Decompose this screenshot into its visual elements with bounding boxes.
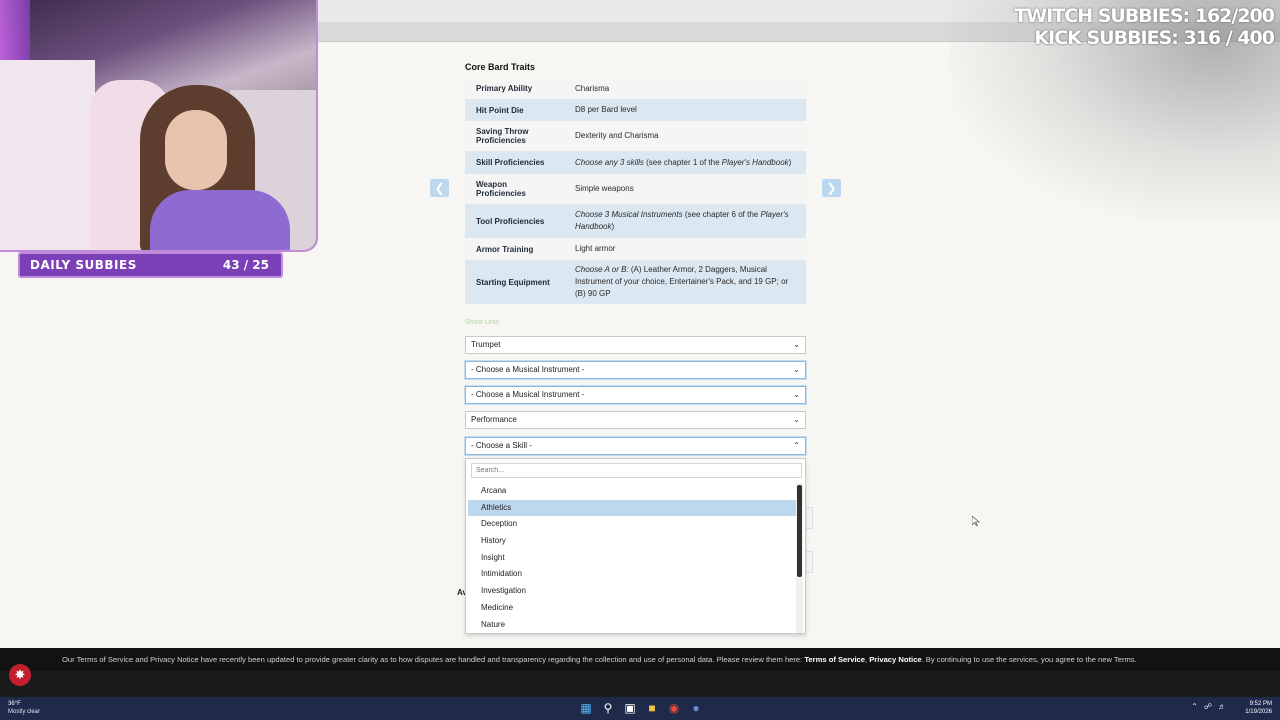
table-row: Starting Equipment Choose A or B: (A) Le… — [465, 260, 806, 304]
system-clock[interactable]: 9:52 PM 1/19/2026 — [1245, 700, 1272, 716]
network-icon[interactable]: ☍ — [1204, 702, 1212, 711]
file-explorer-icon[interactable]: ■ — [644, 700, 660, 716]
dropdown-search-input[interactable] — [471, 463, 802, 478]
skill-dropdown: Arcana Athletics Deception History Insig… — [465, 458, 806, 634]
taskbar: 36°F Mostly clear ▦ ⚲ ▣ ■ ◉ ● ⌃ ☍ ♬ 9:52… — [0, 697, 1280, 720]
trait-label: Hit Point Die — [476, 105, 524, 115]
select-value: Trumpet — [471, 340, 501, 349]
trait-label: Starting Equipment — [476, 277, 550, 287]
volume-icon[interactable]: ♬ — [1218, 702, 1226, 711]
dropdown-option-deception[interactable]: Deception — [468, 516, 796, 533]
bottom-strip — [0, 671, 1280, 697]
terms-end-text: . By continuing to use the services, you… — [921, 655, 1137, 664]
dropdown-option-medicine[interactable]: Medicine — [468, 600, 796, 617]
trait-label: Tool Proficiencies — [476, 216, 545, 226]
trait-value: Simple weapons — [575, 184, 634, 193]
webcam-shelf — [0, 60, 95, 250]
daily-subs-value: 43 / 25 — [222, 258, 269, 272]
table-row: Primary Ability Charisma — [465, 78, 806, 99]
webcam-streamer-face — [165, 110, 227, 190]
table-row: Saving Throw Proficiencies Dexterity and… — [465, 121, 806, 151]
select-value: - Choose a Musical Instrument - — [471, 365, 585, 374]
trait-label: Armor Training — [476, 244, 534, 254]
webcam-streamer-body — [150, 190, 290, 250]
trait-value: Choose any 3 skills (see chapter 1 of th… — [575, 157, 792, 167]
discord-icon[interactable]: ● — [688, 700, 704, 716]
chrome-icon[interactable]: ◉ — [666, 700, 682, 716]
dropdown-option-investigation[interactable]: Investigation — [468, 583, 796, 600]
weather-widget[interactable]: 36°F Mostly clear — [8, 700, 40, 716]
chevron-up-icon: ⌃ — [793, 441, 800, 450]
task-view-icon[interactable]: ▣ — [622, 700, 638, 716]
prev-page-button[interactable]: ❮ — [430, 179, 449, 197]
dropdown-option-athletics[interactable]: Athletics — [468, 499, 796, 517]
dropdown-option-history[interactable]: History — [468, 533, 796, 550]
scrollbar-thumb[interactable] — [797, 485, 802, 577]
next-page-button[interactable]: ❯ — [822, 179, 841, 197]
chevron-up-icon[interactable]: ⌃ — [1191, 702, 1198, 711]
kick-subs-counter: KICK SUBBIES: 316 / 400 — [1034, 27, 1275, 49]
instrument-select-3[interactable]: - Choose a Musical Instrument - ⌄ — [465, 386, 806, 404]
traits-table: Primary Ability Charisma Hit Point Die D… — [465, 78, 806, 304]
weather-desc: Mostly clear — [8, 709, 41, 715]
terms-banner: Our Terms of Service and Privacy Notice … — [0, 648, 1280, 671]
instrument-select-1[interactable]: Trumpet ⌄ — [465, 336, 806, 354]
trait-label: Weapon Proficiencies — [476, 180, 526, 198]
trait-value: Choose 3 Musical Instruments (see chapte… — [575, 210, 789, 231]
dropdown-option-intimidation[interactable]: Intimidation — [468, 566, 796, 583]
show-less-link[interactable]: Show Less — [465, 319, 499, 326]
terms-text: Our Terms of Service and Privacy Notice … — [62, 655, 805, 664]
trait-value: Charisma — [575, 83, 610, 93]
clock-time: 9:52 PM — [1249, 701, 1272, 707]
webcam-overlay — [0, 0, 318, 252]
chevron-right-icon: ❯ — [826, 181, 837, 195]
skill-select-2[interactable]: - Choose a Skill - ⌃ — [465, 437, 806, 455]
chevron-down-icon: ⌄ — [793, 340, 800, 349]
windows-start-icon[interactable]: ▦ — [578, 700, 594, 716]
table-row: Weapon Proficiencies Simple weapons — [465, 174, 806, 204]
select-value: - Choose a Musical Instrument - — [471, 390, 585, 399]
dropdown-options: Arcana Athletics Deception History Insig… — [468, 483, 796, 633]
dropdown-option-insight[interactable]: Insight — [468, 550, 796, 567]
system-tray: ⌃ ☍ ♬ — [1191, 702, 1226, 711]
search-icon[interactable]: ⚲ — [600, 700, 616, 716]
table-row: Tool Proficiencies Choose 3 Musical Inst… — [465, 204, 806, 238]
trait-value: Choose A or B: (A) Leather Armor, 2 Dagg… — [575, 265, 789, 298]
privacy-notice-link[interactable]: Privacy Notice — [869, 655, 921, 664]
chevron-left-icon: ❮ — [434, 181, 445, 195]
select-value: - Choose a Skill - — [471, 441, 532, 450]
trait-label: Skill Proficiencies — [476, 158, 545, 167]
dnd-logo-icon[interactable]: ✸ — [9, 664, 31, 686]
twitch-subs-counter: TWITCH SUBBIES: 162/200 — [1014, 5, 1275, 27]
taskbar-apps: ▦ ⚲ ▣ ■ ◉ ● — [578, 700, 704, 716]
daily-subs-label: DAILY SUBBIES — [30, 258, 137, 272]
table-row: Hit Point Die D8 per Bard level — [465, 99, 806, 121]
trait-value: Dexterity and Charisma — [575, 131, 659, 140]
dropdown-scrollbar[interactable] — [796, 483, 803, 633]
trait-value: Light armor — [575, 244, 616, 253]
mouse-cursor-icon — [972, 516, 980, 526]
terms-of-service-link[interactable]: Terms of Service — [804, 655, 865, 664]
trait-value: D8 per Bard level — [575, 105, 637, 114]
trait-label: Saving Throw Proficiencies — [476, 127, 529, 145]
section-title: Core Bard Traits — [465, 62, 536, 72]
chevron-down-icon: ⌄ — [793, 365, 800, 374]
table-row: Skill Proficiencies Choose any 3 skills … — [465, 151, 806, 174]
dropdown-option-arcana[interactable]: Arcana — [468, 483, 796, 500]
clock-date: 1/19/2026 — [1245, 709, 1272, 715]
instrument-select-2[interactable]: - Choose a Musical Instrument - ⌄ — [465, 361, 806, 379]
chevron-down-icon: ⌄ — [793, 415, 800, 424]
trait-label: Primary Ability — [476, 84, 533, 93]
chevron-down-icon: ⌄ — [793, 390, 800, 399]
dropdown-option-nature[interactable]: Nature — [468, 617, 796, 634]
table-row: Armor Training Light armor — [465, 238, 806, 260]
weather-temp: 36°F — [8, 701, 21, 707]
select-value: Performance — [471, 415, 517, 424]
skill-select-1[interactable]: Performance ⌄ — [465, 411, 806, 429]
daily-subs-bar: DAILY SUBBIES 43 / 25 — [18, 252, 283, 278]
